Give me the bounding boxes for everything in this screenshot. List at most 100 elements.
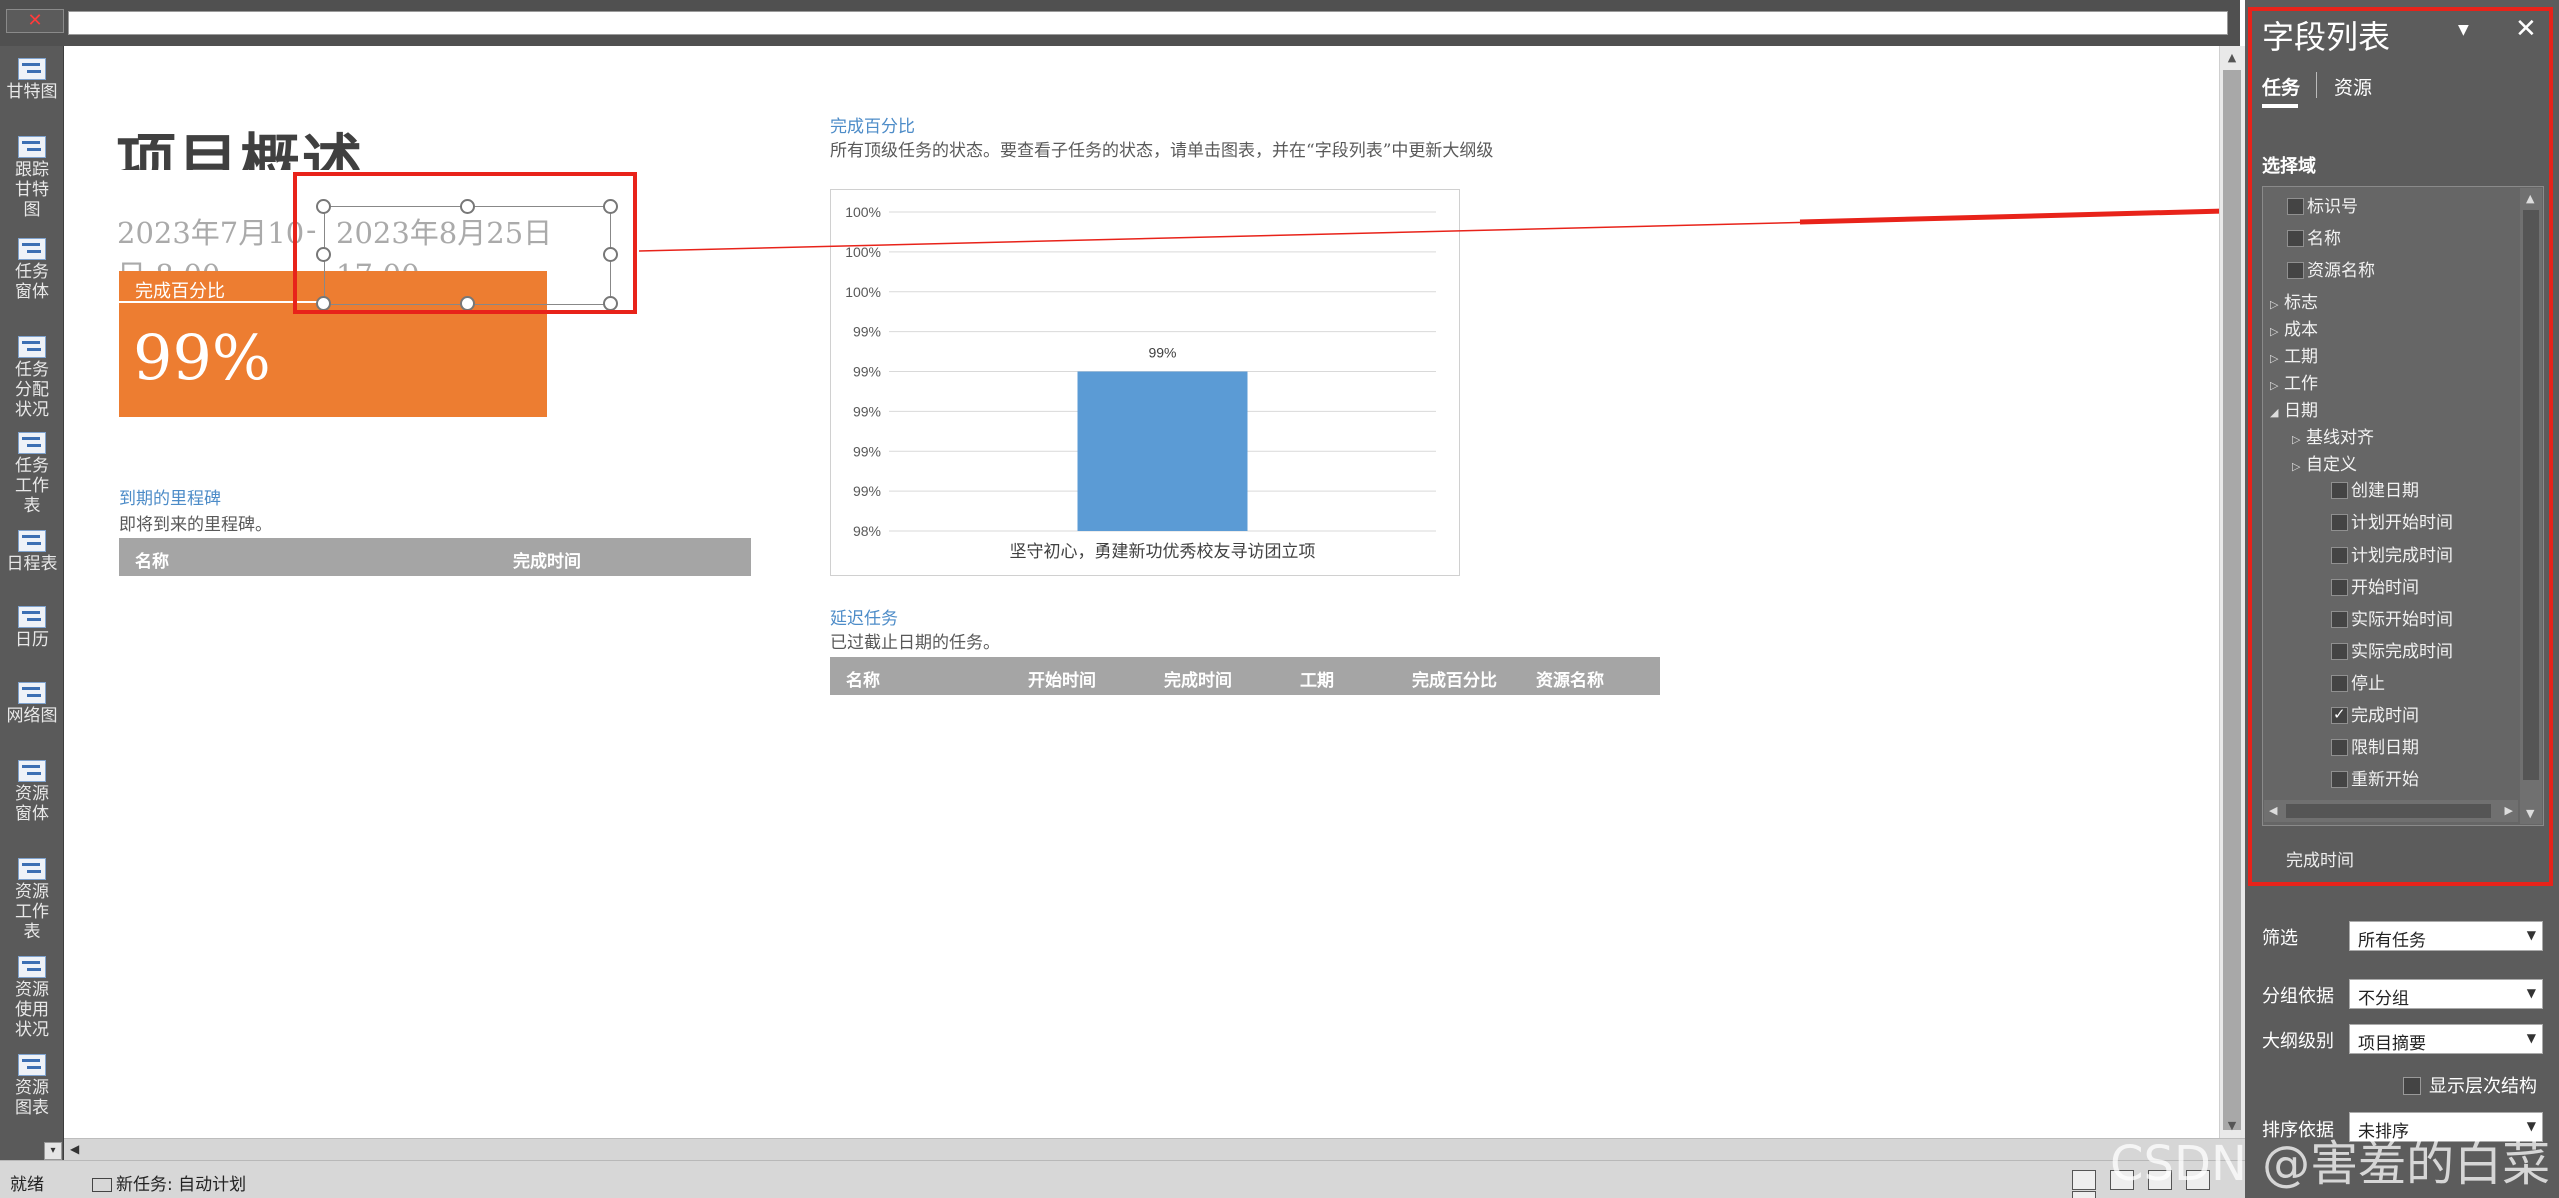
view-label: 资源窗体 <box>15 784 49 824</box>
view-label: 任务分配状况 <box>15 360 49 420</box>
view-label: 资源使用状况 <box>15 980 49 1040</box>
view-label: 甘特图 <box>6 82 58 102</box>
show-hierarchy-label: 显示层次结构 <box>2429 1076 2537 1097</box>
bar <box>1077 371 1248 531</box>
canvas-horizontal-scrollbar[interactable]: ◀ <box>64 1138 2245 1160</box>
milestones-desc: 即将到来的里程碑。 <box>119 515 272 535</box>
resource-form-icon <box>18 760 46 782</box>
view-resource-graph[interactable]: 资源图表 <box>0 1054 64 1118</box>
column-header: 完成时间 <box>513 552 581 572</box>
group-by-select[interactable]: 不分组 ▼ <box>2349 979 2543 1009</box>
view-tracking-gantt[interactable]: 跟踪甘特图 <box>0 136 64 220</box>
chevron-down-icon: ▼ <box>2526 986 2536 1000</box>
chart-svg: 100% 100% 100% 99% 99% 99% 99% 99% 98% 99% 坚守初心，勇建… <box>845 204 1436 562</box>
column-header: 名称 <box>846 671 880 691</box>
highlight-box <box>2248 7 2553 886</box>
outline-level-label: 大纲级别 <box>2262 1031 2334 1052</box>
zoom-out-icon[interactable] <box>2072 1191 2096 1198</box>
percent-chart-title[interactable]: 完成百分比 <box>830 112 915 137</box>
view-gantt[interactable]: 甘特图 <box>0 58 64 102</box>
view-task-sheet[interactable]: 任务工作表 <box>0 432 64 516</box>
view-bar-scroll-down[interactable]: ▾ <box>44 1142 62 1160</box>
scroll-up-icon[interactable]: ▲ <box>2224 50 2240 66</box>
outline-level-select[interactable]: 项目摘要 ▼ <box>2349 1024 2543 1054</box>
watermark: CSDN @害羞的白菜 <box>2110 1136 2551 1192</box>
view-label: 跟踪甘特图 <box>15 160 49 220</box>
resource-usage-icon <box>18 956 46 978</box>
gantt-icon <box>18 58 46 80</box>
percent-complete-chart[interactable]: 100% 100% 100% 99% 99% 99% 99% 99% 98% 99% 坚守初心，勇建… <box>830 189 1460 576</box>
scroll-thumb[interactable] <box>2223 70 2241 1130</box>
group-by-value: 不分组 <box>2358 989 2409 1009</box>
cancel-entry-button[interactable]: ✕ <box>6 9 64 33</box>
column-header: 工期 <box>1300 671 1334 691</box>
y-tick-label: 100% <box>845 204 881 220</box>
view-calendar[interactable]: 日历 <box>0 606 64 650</box>
column-header: 资源名称 <box>1536 671 1604 691</box>
milestones-table-header[interactable]: 名称 完成时间 <box>119 538 751 576</box>
report-title[interactable]: 项目概述 <box>116 114 364 170</box>
show-hierarchy-checkbox[interactable]: 显示层次结构 <box>2403 1072 2537 1098</box>
column-header: 开始时间 <box>1028 671 1096 691</box>
kpi-label: 完成百分比 <box>135 281 225 302</box>
status-ready: 就绪 <box>10 1175 44 1195</box>
view-label: 任务工作表 <box>15 456 49 516</box>
task-mode-icon <box>92 1178 112 1192</box>
highlight-box <box>293 172 637 314</box>
chevron-down-icon: ▼ <box>2526 1031 2536 1045</box>
entry-input[interactable] <box>68 11 2228 35</box>
resource-sheet-icon <box>18 858 46 880</box>
y-tick-label: 100% <box>845 244 881 260</box>
filter-label: 筛选 <box>2262 928 2298 949</box>
column-header: 完成百分比 <box>1412 671 1497 691</box>
view-timeline[interactable]: 日程表 <box>0 530 64 574</box>
gantt-view-icon[interactable] <box>2072 1170 2096 1190</box>
kpi-value: 99% <box>133 321 271 394</box>
column-header: 完成时间 <box>1164 671 1232 691</box>
percent-chart-desc: 所有顶级任务的状态。要查看子任务的状态，请单击图表，并在“字段列表”中更新大纲级 <box>830 141 1494 161</box>
checkbox-box[interactable] <box>2403 1077 2421 1095</box>
timeline-icon <box>18 530 46 552</box>
data-label: 99% <box>1148 345 1176 361</box>
view-bar: 甘特图 跟踪甘特图 任务窗体 任务分配状况 任务工作表 日程表 日历 网络图 资… <box>0 46 64 1160</box>
y-tick-label: 99% <box>853 403 881 419</box>
view-task-usage[interactable]: 任务分配状况 <box>0 336 64 420</box>
chevron-down-icon: ▼ <box>2526 928 2536 942</box>
view-network[interactable]: 网络图 <box>0 682 64 726</box>
late-tasks-table-header[interactable]: 名称 开始时间 完成时间 工期 完成百分比 资源名称 <box>830 657 1660 695</box>
outline-level-value: 项目摘要 <box>2358 1034 2426 1054</box>
view-label: 资源图表 <box>15 1078 49 1118</box>
entry-bar: ✕ <box>0 0 2240 46</box>
milestones-title[interactable]: 到期的里程碑 <box>119 484 221 509</box>
view-label: 网络图 <box>6 706 58 726</box>
view-task-form[interactable]: 任务窗体 <box>0 238 64 302</box>
filter-select[interactable]: 所有任务 ▼ <box>2349 921 2543 951</box>
view-label: 任务窗体 <box>15 262 49 302</box>
task-sheet-icon <box>18 432 46 454</box>
view-resource-sheet[interactable]: 资源工作表 <box>0 858 64 942</box>
view-label: 日历 <box>15 630 49 650</box>
canvas-vertical-scrollbar[interactable]: ▲ ▼ <box>2219 46 2245 1138</box>
y-tick-label: 99% <box>853 483 881 499</box>
task-form-icon <box>18 238 46 260</box>
new-task-mode[interactable]: 新任务: 自动计划 <box>92 1170 246 1195</box>
resource-graph-icon <box>18 1054 46 1076</box>
y-tick-label: 98% <box>853 523 881 539</box>
view-label: 资源工作表 <box>15 882 49 942</box>
column-header: 名称 <box>135 552 169 572</box>
x-category-label: 坚守初心，勇建新功优秀校友寻访团立项 <box>1010 542 1316 562</box>
tracking-gantt-icon <box>18 136 46 158</box>
calendar-icon <box>18 606 46 628</box>
scroll-left-icon[interactable]: ◀ <box>70 1142 79 1156</box>
y-tick-label: 99% <box>853 364 881 380</box>
view-label: 日程表 <box>6 554 58 574</box>
task-usage-icon <box>18 336 46 358</box>
view-resource-form[interactable]: 资源窗体 <box>0 760 64 824</box>
late-tasks-title[interactable]: 延迟任务 <box>830 604 898 629</box>
new-task-mode-label: 新任务: 自动计划 <box>116 1175 247 1195</box>
status-bar: 就绪 新任务: 自动计划 <box>0 1160 2245 1198</box>
group-by-label: 分组依据 <box>2262 986 2334 1007</box>
network-diagram-icon <box>18 682 46 704</box>
late-tasks-desc: 已过截止日期的任务。 <box>830 633 1000 653</box>
view-resource-usage[interactable]: 资源使用状况 <box>0 956 64 1040</box>
